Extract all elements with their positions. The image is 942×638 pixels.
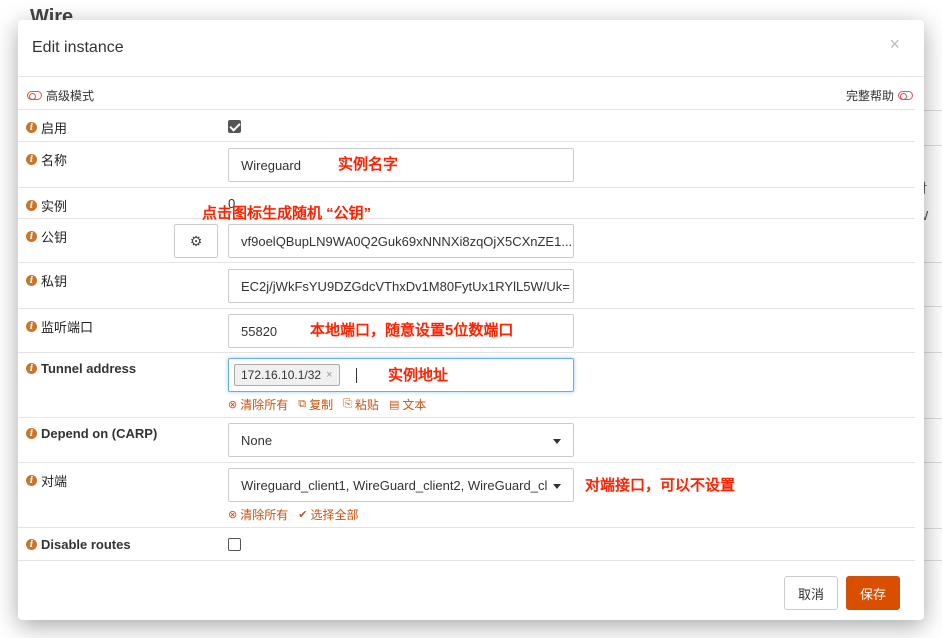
text-file-icon: ▤ <box>388 399 400 411</box>
disable-routes-row: i Disable routes <box>18 528 915 561</box>
public-key-input[interactable]: vf9oelQBupLN9WA0Q2Guk69xNNNXi8zqOjX5CXnZ… <box>228 224 574 258</box>
generate-key-button[interactable]: ⚙ <box>174 224 218 258</box>
info-icon[interactable]: i <box>26 122 37 133</box>
paste-link[interactable]: ⎘ 粘贴 <box>343 396 379 413</box>
cancel-button[interactable]: 取消 <box>784 576 838 610</box>
advanced-mode-label: 高级模式 <box>46 89 95 103</box>
tunnel-address-tools: ⊗ 清除所有 ⧉ 复制 ⎘ 粘贴 ▤ 文本 <box>228 396 426 413</box>
public-key-label: i 公钥 <box>26 227 67 246</box>
dialog-title: Edit instance <box>32 39 124 56</box>
field-label: Disable routes <box>41 537 131 552</box>
listen-port-label: i 监听端口 <box>26 317 93 336</box>
clear-icon: ⊗ <box>228 509 238 521</box>
copy-icon: ⧉ <box>298 398 307 410</box>
listen-port-annotation: 本地端口，随意设置5位数端口 <box>310 322 514 339</box>
tool-label: 粘贴 <box>354 398 379 412</box>
copy-link[interactable]: ⧉ 复制 <box>298 396 333 413</box>
depend-on-select[interactable]: None <box>228 423 574 457</box>
clear-all-link[interactable]: ⊗ 清除所有 <box>228 396 288 413</box>
field-label: Depend on (CARP) <box>41 426 158 441</box>
clear-all-link[interactable]: ⊗ 清除所有 <box>228 506 288 523</box>
enabled-checkbox[interactable] <box>228 120 241 133</box>
dialog-header: Edit instance × <box>18 20 924 77</box>
name-input[interactable]: Wireguard <box>228 148 574 182</box>
info-icon[interactable]: i <box>26 154 37 165</box>
edit-instance-dialog: Edit instance × 高级模式 完整帮助 i 启用 i 名称 Wire… <box>18 20 924 620</box>
depend-on-label: i Depend on (CARP) <box>26 426 157 441</box>
peers-tools: ⊗ 清除所有 ✔ 选择全部 <box>228 506 358 523</box>
field-label: 名称 <box>41 153 68 168</box>
toggle-off-icon <box>898 91 913 100</box>
select-all-link[interactable]: ✔ 选择全部 <box>298 506 358 523</box>
field-label: 启用 <box>41 121 68 136</box>
field-label: Tunnel address <box>41 361 137 376</box>
select-value: None <box>241 432 273 448</box>
enabled-row: i 启用 <box>18 110 915 142</box>
peers-row: i 对端 Wireguard_client1, WireGuard_client… <box>18 463 915 528</box>
info-icon[interactable]: i <box>26 200 37 211</box>
info-icon[interactable]: i <box>26 275 37 286</box>
tunnel-address-row: i Tunnel address 172.16.10.1/32 × 实例地址 ⊗… <box>18 353 915 418</box>
close-icon[interactable]: × <box>889 34 900 55</box>
info-icon[interactable]: i <box>26 231 37 242</box>
full-help-toggle[interactable]: 完整帮助 <box>846 87 913 104</box>
listen-port-row: i 监听端口 55820 本地端口，随意设置5位数端口 <box>18 309 915 353</box>
info-icon[interactable]: i <box>26 428 37 439</box>
depend-on-row: i Depend on (CARP) None <box>18 418 915 463</box>
tool-label: 选择全部 <box>310 508 359 522</box>
full-help-label: 完整帮助 <box>845 89 894 103</box>
peers-label: i 对端 <box>26 471 67 490</box>
dialog-footer: 取消 保存 <box>18 560 924 620</box>
instance-row: i 实例 0 点击图标生成随机 “公钥” <box>18 188 915 222</box>
instance-label: i 实例 <box>26 196 67 215</box>
field-label: 公钥 <box>41 230 68 245</box>
gear-icon: ⚙ <box>189 232 203 249</box>
text-link[interactable]: ▤ 文本 <box>389 396 426 413</box>
select-value: Wireguard_client1, WireGuard_client2, Wi… <box>241 477 548 493</box>
tool-label: 复制 <box>309 398 334 412</box>
info-icon[interactable]: i <box>26 321 37 332</box>
enabled-label: i 启用 <box>26 118 67 137</box>
address-tag: 172.16.10.1/32 × <box>234 364 340 386</box>
address-tag-label: 172.16.10.1/32 <box>241 368 322 382</box>
field-label: 私钥 <box>41 274 68 289</box>
field-label: 监听端口 <box>41 320 94 335</box>
tool-label: 清除所有 <box>240 398 289 412</box>
field-label: 对端 <box>41 474 68 489</box>
clear-icon: ⊗ <box>228 399 238 411</box>
tool-label: 文本 <box>402 398 427 412</box>
public-key-row: i 公钥 ⚙ vf9oelQBupLN9WA0Q2Guk69xNNNXi8zqO… <box>18 219 915 263</box>
chevron-down-icon <box>553 484 561 489</box>
name-row: i 名称 Wireguard 实例名字 <box>18 142 915 188</box>
info-icon[interactable]: i <box>26 475 37 486</box>
toggle-off-icon <box>27 91 42 100</box>
disable-routes-label: i Disable routes <box>26 537 131 552</box>
peers-select[interactable]: Wireguard_client1, WireGuard_client2, Wi… <box>228 468 574 502</box>
advanced-mode-toggle[interactable]: 高级模式 <box>27 87 94 104</box>
private-key-row: i 私钥 EC2j/jWkFsYU9DZGdcVThxDv1M80FytUx1R… <box>18 263 915 309</box>
disable-routes-checkbox[interactable] <box>228 538 241 551</box>
field-label: 实例 <box>41 199 68 214</box>
text-cursor <box>355 367 357 383</box>
private-key-input[interactable]: EC2j/jWkFsYU9DZGdcVThxDv1M80FytUx1RYlL5W… <box>228 269 574 303</box>
name-annotation: 实例名字 <box>338 156 399 173</box>
chevron-down-icon <box>553 439 561 444</box>
info-icon[interactable]: i <box>26 539 37 550</box>
tunnel-address-label: i Tunnel address <box>26 361 136 376</box>
paste-icon: ⎘ <box>343 398 352 410</box>
check-circle-icon: ✔ <box>298 509 308 521</box>
name-label: i 名称 <box>26 150 67 169</box>
private-key-label: i 私钥 <box>26 271 67 290</box>
info-icon[interactable]: i <box>26 363 37 374</box>
remove-tag-icon[interactable]: × <box>326 369 332 381</box>
peers-annotation: 对端接口，可以不设置 <box>585 477 736 494</box>
tool-label: 清除所有 <box>240 508 289 522</box>
tunnel-address-annotation: 实例地址 <box>388 367 449 384</box>
save-button[interactable]: 保存 <box>846 576 900 610</box>
mode-toggle-row: 高级模式 完整帮助 <box>18 77 915 110</box>
